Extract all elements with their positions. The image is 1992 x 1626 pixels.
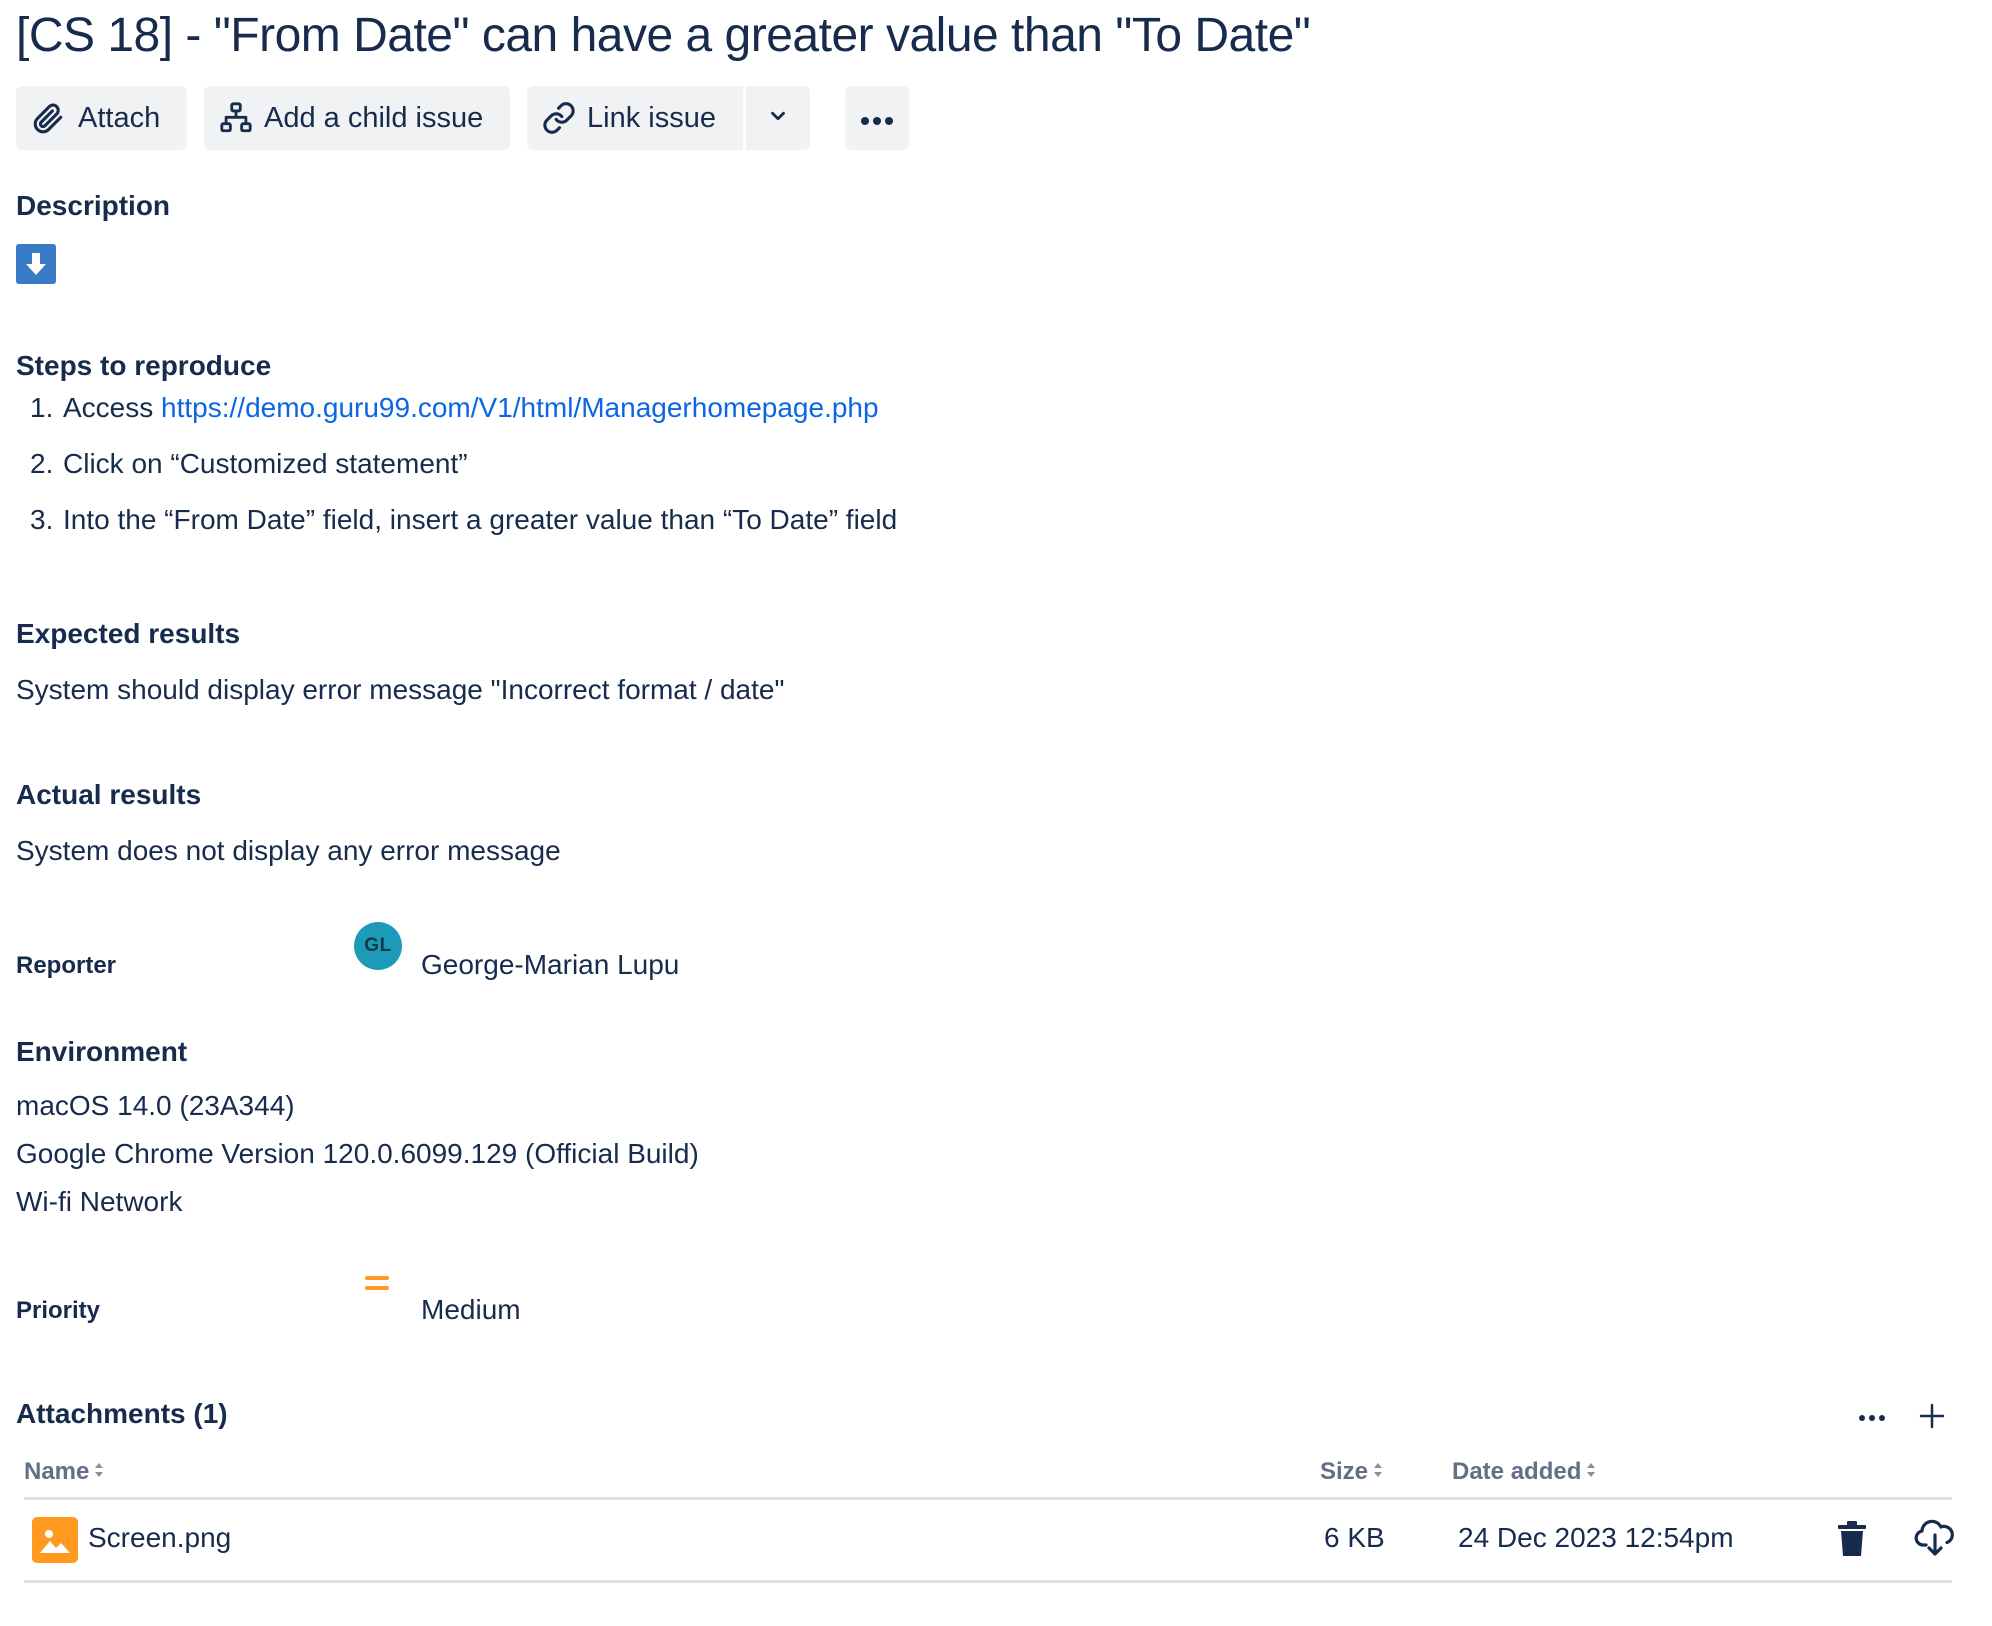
column-header-size[interactable]: Size (1320, 1458, 1384, 1486)
actual-results-text: System does not display any error messag… (16, 835, 561, 866)
chevron-down-icon (767, 102, 789, 135)
link-issue-label: Link issue (587, 101, 716, 134)
link-issue-button[interactable]: Link issue (527, 86, 743, 150)
environment-heading: Environment (16, 1036, 188, 1067)
issue-view: [CS 18] - "From Date" can have a greater… (0, 0, 1992, 1626)
attach-label: Attach (78, 101, 161, 134)
link-icon (541, 100, 577, 136)
paperclip-icon (30, 100, 66, 136)
add-child-issue-button[interactable]: Add a child issue (204, 86, 510, 150)
sort-icon (1585, 1458, 1597, 1486)
environment-line: Google Chrome Version 120.0.6099.129 (Of… (16, 1138, 699, 1169)
steps-heading: Steps to reproduce (16, 350, 272, 381)
sort-icon (1372, 1458, 1384, 1486)
avatar[interactable]: GL (354, 922, 402, 970)
down-arrow-icon (16, 244, 56, 284)
table-row-divider (24, 1580, 1952, 1583)
environment-line: Wi-fi Network (16, 1186, 183, 1217)
link-issue-dropdown-button[interactable] (746, 86, 810, 150)
cloud-download-icon (1913, 1518, 1957, 1563)
attachment-date: 24 Dec 2023 12:54pm (1458, 1522, 1734, 1553)
description-heading: Description (16, 190, 171, 221)
list-item: 1. Access https://demo.guru99.com/V1/html… (30, 392, 879, 423)
attach-button[interactable]: Attach (16, 86, 187, 150)
actual-results-heading: Actual results (16, 779, 202, 810)
attachment-file-name[interactable]: Screen.png (88, 1522, 231, 1554)
attachments-heading: Attachments (1) (16, 1398, 228, 1429)
priority-value[interactable]: Medium (421, 1294, 521, 1326)
attachments-more-button[interactable] (1852, 1398, 1892, 1438)
more-horizontal-icon (1858, 1409, 1886, 1427)
image-file-icon (32, 1517, 78, 1563)
environment-line: macOS 14.0 (23A344) (16, 1090, 295, 1121)
add-attachment-button[interactable] (1912, 1398, 1952, 1438)
delete-attachment-button[interactable] (1834, 1520, 1870, 1563)
more-horizontal-icon (857, 102, 897, 135)
table-header-divider (24, 1497, 1952, 1500)
list-item: 2. Click on “Customized statement” (30, 448, 468, 479)
expected-results-text: System should display error message "Inc… (16, 674, 785, 705)
plus-icon (1918, 1402, 1946, 1435)
attachment-size: 6 KB (1324, 1522, 1385, 1553)
reporter-label: Reporter (16, 952, 117, 979)
child-issue-icon (218, 100, 254, 136)
steps-link[interactable]: https://demo.guru99.com/V1/html/Managerh… (161, 392, 879, 423)
column-header-name[interactable]: Name (24, 1458, 105, 1486)
reporter-name[interactable]: George-Marian Lupu (421, 949, 679, 981)
expected-results-heading: Expected results (16, 618, 241, 649)
priority-medium-icon (363, 1271, 391, 1295)
more-actions-button[interactable] (845, 86, 909, 150)
trash-icon (1836, 1520, 1868, 1563)
list-item: 3. Into the “From Date” field, insert a g… (30, 504, 898, 535)
download-attachment-button[interactable] (1912, 1519, 1958, 1561)
column-header-date-added[interactable]: Date added (1452, 1458, 1597, 1486)
issue-title[interactable]: [CS 18] - "From Date" can have a greater… (16, 8, 1311, 63)
add-child-issue-label: Add a child issue (264, 101, 484, 134)
priority-label: Priority (16, 1297, 101, 1324)
link-issue-split-button: Link issue (527, 86, 810, 150)
sort-icon (93, 1458, 105, 1486)
